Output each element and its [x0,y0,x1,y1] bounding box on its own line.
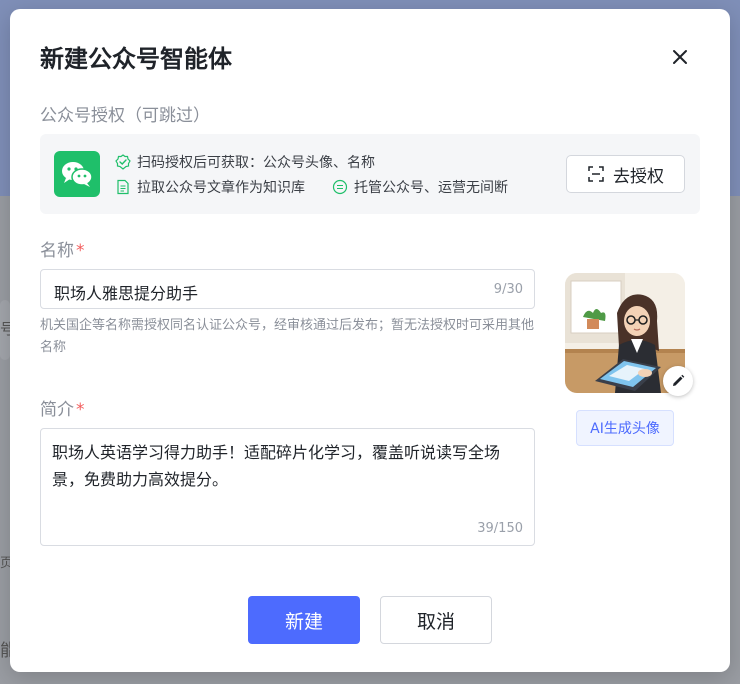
edit-avatar-button[interactable] [663,366,693,396]
name-label-text: 名称 [40,241,74,261]
close-button[interactable] [668,45,692,69]
required-mark: * [76,400,85,420]
description-label-text: 简介 [40,400,74,420]
ai-generate-avatar-button[interactable]: AI生成头像 [576,410,674,446]
description-char-counter: 39/150 [477,521,523,536]
create-agent-dialog: 新建公众号智能体 公众号授权（可跳过） 扫码授权后可获取：公众号头像、名称 拉取… [10,9,730,672]
description-label: 简介 * [40,395,85,420]
message-icon [332,179,348,195]
name-hint: 机关国企等名称需授权同名认证公众号，经审核通过后发布；暂无法授权时可采用其他名称 [40,318,535,355]
feature-item: 扫码授权后可获取：公众号头像、名称 [115,152,375,172]
feature-text: 拉取公众号文章作为知识库 [137,180,305,196]
feature-item: 拉取公众号文章作为知识库 [115,177,305,197]
authorize-button[interactable]: 去授权 [566,155,685,193]
verified-check-icon [115,154,131,170]
feature-text: 扫码授权后可获取：公众号头像、名称 [137,155,375,171]
scan-icon [588,166,604,182]
name-input[interactable]: 职场人雅思提分助手 9/30 [40,269,535,309]
create-button[interactable]: 新建 [248,596,360,644]
auth-section-label: 公众号授权（可跳过） [40,106,210,126]
name-char-counter: 9/30 [493,282,523,297]
description-value: 职场人英语学习得力助手！适配碎片化学习，覆盖听说读写全场景，免费助力高效提分。 [52,443,501,489]
pencil-icon [673,374,685,386]
authorize-button-label: 去授权 [613,166,664,187]
dialog-title: 新建公众号智能体 [40,45,232,73]
cancel-button[interactable]: 取消 [380,596,492,644]
feature-item: 托管公众号、运营无间断 [332,177,508,197]
feature-text: 托管公众号、运营无间断 [354,180,508,196]
auth-panel: 扫码授权后可获取：公众号头像、名称 拉取公众号文章作为知识库 托管公众号、运营无… [40,134,700,214]
name-label: 名称 * [40,236,85,261]
close-icon [673,50,687,64]
name-input-value: 职场人雅思提分助手 [54,284,199,303]
wechat-icon [54,151,100,197]
document-icon [117,179,129,195]
required-mark: * [76,241,85,261]
description-textarea[interactable]: 职场人英语学习得力助手！适配碎片化学习，覆盖听说读写全场景，免费助力高效提分。 … [40,428,535,546]
